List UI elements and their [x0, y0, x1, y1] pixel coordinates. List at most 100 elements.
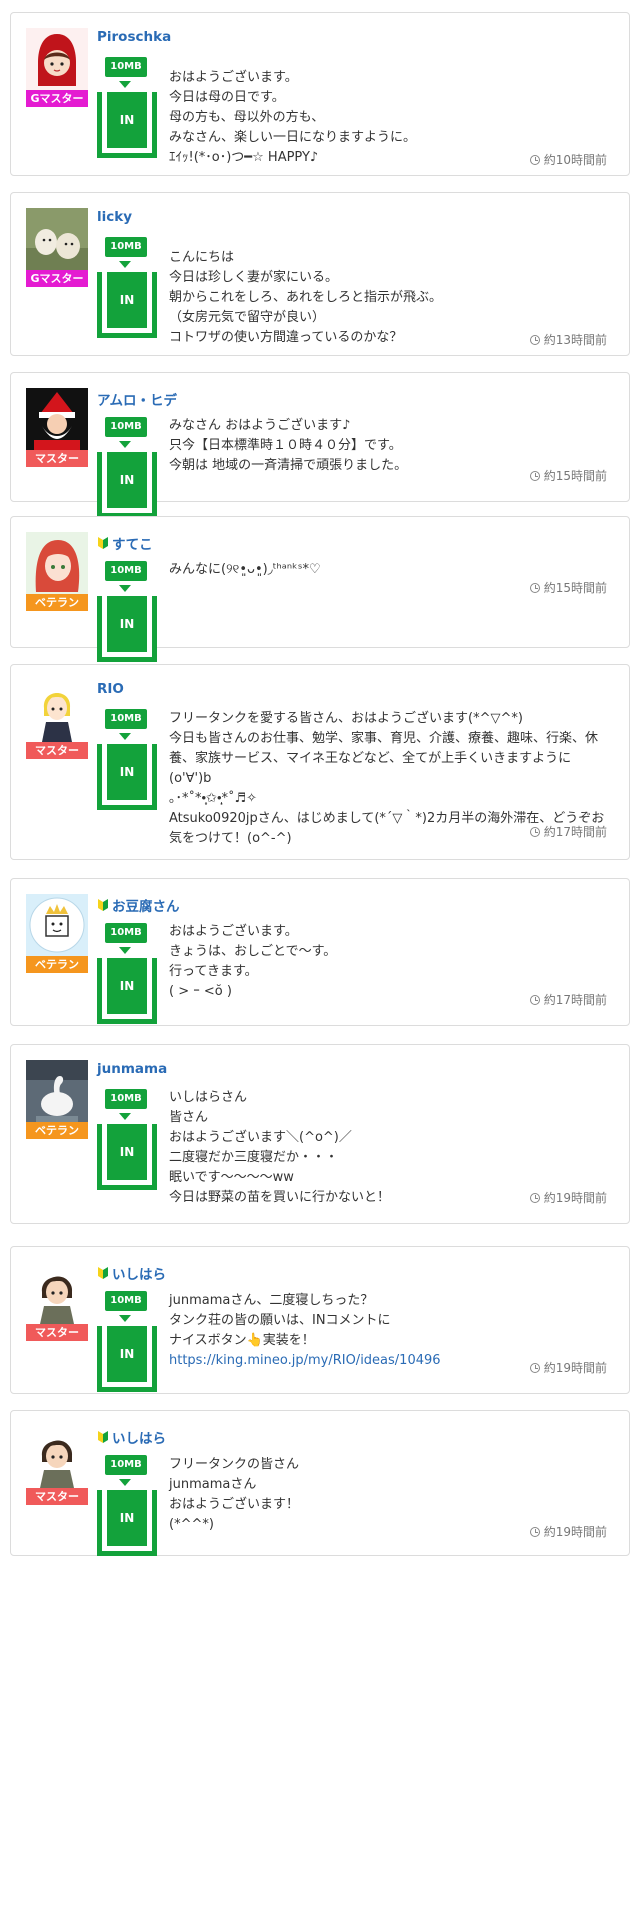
tank-graphic: IN	[97, 452, 157, 518]
timestamp-text: 約15時間前	[543, 581, 607, 595]
username-link[interactable]: お豆腐さん	[97, 895, 180, 915]
tag-arrow-icon	[119, 1113, 131, 1120]
beginner-mark-icon	[98, 1431, 108, 1443]
rank-badge: ベテラン	[26, 1122, 88, 1139]
beginner-mark-icon	[98, 537, 108, 549]
capacity-tag: 10MB	[105, 1455, 147, 1475]
username-text[interactable]: いしはら	[112, 1263, 166, 1283]
username-text[interactable]: アムロ・ヒデ	[97, 389, 177, 409]
username-text[interactable]: licky	[97, 209, 132, 225]
clock-icon	[529, 582, 540, 593]
timestamp-text: 約17時間前	[543, 993, 607, 1007]
tag-arrow-icon	[119, 585, 131, 592]
username-text[interactable]: RIO	[97, 681, 124, 697]
message-line: フリータンクを愛する皆さん、おはようございます(*^▽^*)	[169, 711, 523, 726]
timestamp: 約10時間前	[529, 151, 607, 168]
capacity-tag: 10MB	[105, 923, 147, 943]
rank-badge: マスター	[26, 1488, 88, 1505]
message-line: 今日も皆さんのお仕事、勉学、家事、育児、介護、療養、趣味、行楽、休養、家族サービ…	[169, 731, 599, 786]
timestamp: 約13時間前	[529, 331, 607, 348]
in-label: IN	[107, 272, 147, 328]
username-link[interactable]: RIO	[97, 681, 124, 697]
tank-graphic: IN	[97, 272, 157, 338]
tank-graphic: IN	[97, 744, 157, 810]
timestamp: 約19時間前	[529, 1359, 607, 1376]
message-line: ｡･*˚*•̩̩͙✩•̩̩͙*˚♬✧	[169, 791, 258, 806]
message-line: おはようございます。	[169, 70, 298, 85]
in-label: IN	[107, 744, 147, 800]
timestamp: 約19時間前	[529, 1523, 607, 1540]
username-text[interactable]: junmama	[97, 1061, 167, 1077]
capacity-tag: 10MB	[105, 237, 147, 257]
swan-photo-icon[interactable]	[26, 1060, 88, 1122]
message-line: 朝からこれをしろ、あれをしろと指示が飛ぶ。	[169, 290, 443, 305]
tag-arrow-icon	[119, 81, 131, 88]
username-link[interactable]: いしはら	[97, 1263, 166, 1283]
tank-graphic: IN	[97, 1124, 157, 1190]
message-line: 眠いです〜〜〜〜ww	[169, 1170, 294, 1185]
in-label: IN	[107, 596, 147, 652]
tank-graphic: IN	[97, 92, 157, 158]
post-card: ベテラン すてこ 10MB IN みんなに(୨୧•͈ᴗ•͈)◞ᵗʰᵃⁿᵏˢ*♡ …	[10, 516, 630, 662]
blonde-character-icon[interactable]	[26, 680, 88, 742]
username-text[interactable]: いしはら	[112, 1427, 166, 1447]
tag-arrow-icon	[119, 261, 131, 268]
username-text[interactable]: お豆腐さん	[112, 895, 180, 915]
post-card: ベテラン お豆腐さん 10MB IN おはようございます。 きょうは、おしごとで…	[10, 878, 630, 1026]
clock-icon	[529, 994, 540, 1005]
rank-badge: Gマスター	[26, 90, 88, 107]
timestamp-text: 約13時間前	[543, 333, 607, 347]
capacity-tag: 10MB	[105, 561, 147, 581]
in-label: IN	[107, 1124, 147, 1180]
tank-graphic: IN	[97, 596, 157, 662]
rank-badge: ベテラン	[26, 956, 88, 973]
capacity-tag: 10MB	[105, 57, 147, 77]
message-body: みんなに(୨୧•͈ᴗ•͈)◞ᵗʰᵃⁿᵏˢ*♡	[169, 560, 609, 580]
message-line: 母の方も、母以外の方も、	[169, 110, 325, 125]
username-link[interactable]: アムロ・ヒデ	[97, 389, 177, 409]
post-card: マスター アムロ・ヒデ 10MB IN みなさん おはようございます♪ 只今【日…	[10, 372, 630, 518]
username-link[interactable]: licky	[97, 209, 132, 225]
timestamp-text: 約19時間前	[543, 1525, 607, 1539]
post-card: Gマスター licky 10MB IN こんにちは 今日は珍しく妻が家にいる。 …	[10, 192, 630, 356]
username-link[interactable]: junmama	[97, 1061, 167, 1077]
in-label: IN	[107, 958, 147, 1014]
tank-graphic: IN	[97, 1490, 157, 1556]
message-line: junmamaさん、二度寝しちった？	[169, 1293, 374, 1308]
message-line: こんにちは	[169, 250, 235, 265]
anime-girl-icon[interactable]	[26, 532, 88, 594]
santa-icon[interactable]	[26, 388, 88, 450]
beginner-mark-icon	[98, 1267, 108, 1279]
username-text[interactable]: すてこ	[112, 533, 153, 553]
dogs-photo-icon[interactable]	[26, 208, 88, 270]
rank-badge: Gマスター	[26, 270, 88, 287]
post-card: ベテラン junmama 10MB IN いしはらさん 皆さん おはようございま…	[10, 1044, 630, 1224]
message-line: フリータンクの皆さん	[169, 1457, 300, 1472]
username-link[interactable]: Piroschka	[97, 29, 171, 45]
username-text[interactable]: Piroschka	[97, 29, 171, 45]
message-line: 二度寝だか三度寝だか・・・	[169, 1150, 339, 1165]
boy-character-icon[interactable]	[26, 1426, 88, 1488]
timestamp: 約17時間前	[529, 823, 607, 840]
boy-character-icon[interactable]	[26, 1262, 88, 1324]
rank-badge: マスター	[26, 742, 88, 759]
in-label: IN	[107, 1326, 147, 1382]
in-label: IN	[107, 1490, 147, 1546]
red-hood-girl-icon[interactable]	[26, 28, 88, 90]
clock-icon	[529, 1192, 540, 1203]
username-link[interactable]: いしはら	[97, 1427, 166, 1447]
message-line: みなさん おはようございます♪	[169, 418, 351, 433]
tofu-character-icon[interactable]	[26, 894, 88, 956]
capacity-tag: 10MB	[105, 709, 147, 729]
timestamp-text: 約15時間前	[543, 469, 607, 483]
tank-graphic: IN	[97, 958, 157, 1024]
message-line: 只今【日本標準時１０時４０分】です。	[169, 438, 402, 453]
timestamp: 約15時間前	[529, 579, 607, 596]
message-line: みんなに(୨୧•͈ᴗ•͈)◞ᵗʰᵃⁿᵏˢ*♡	[169, 562, 321, 577]
username-link[interactable]: すてこ	[97, 533, 153, 553]
message-line: きょうは、おしごとで〜す。	[169, 944, 337, 959]
post-card: マスター RIO 10MB IN フリータンクを愛する皆さん、おはようございます…	[10, 664, 630, 860]
tag-arrow-icon	[119, 1315, 131, 1322]
clock-icon	[529, 1526, 540, 1537]
timestamp-text: 約19時間前	[543, 1361, 607, 1375]
